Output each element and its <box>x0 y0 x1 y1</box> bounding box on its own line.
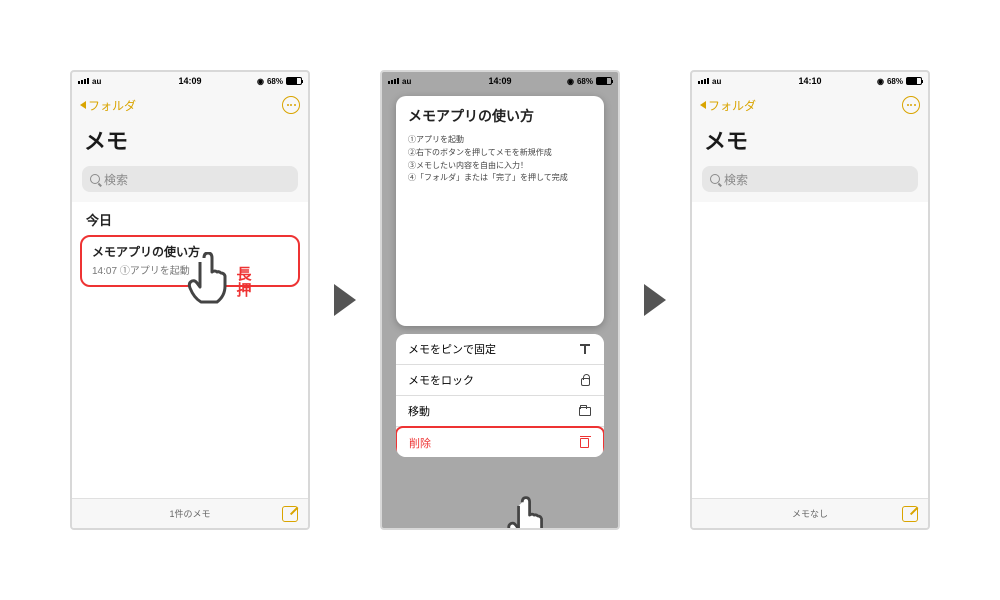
preview-line: ③メモしたい内容を自由に入力！ <box>408 160 592 173</box>
battery-icon <box>596 77 612 85</box>
chevron-left-icon <box>700 101 706 109</box>
clock: 14:09 <box>382 76 618 86</box>
note-count: 1件のメモ <box>169 507 210 520</box>
search-icon <box>90 174 100 184</box>
phone-screen-2: au 14:09 ◉ 68% メモアプリの使い方 ①アプリを起動 ②右下のボタン… <box>380 70 620 530</box>
more-button[interactable] <box>282 96 300 114</box>
more-button[interactable] <box>902 96 920 114</box>
menu-lock[interactable]: メモをロック <box>396 365 604 396</box>
menu-label: メモをロック <box>408 372 474 388</box>
battery-icon <box>906 77 922 85</box>
status-bar: au 14:09 ◉ 68% <box>72 72 308 90</box>
status-bar: au 14:10 ◉ 68% <box>692 72 928 90</box>
hand-longpress-icon <box>182 252 232 307</box>
menu-move[interactable]: 移動 <box>396 396 604 427</box>
clock: 14:09 <box>72 76 308 86</box>
search-input[interactable]: 検索 <box>82 166 298 192</box>
battery-icon <box>286 77 302 85</box>
lock-icon <box>578 374 592 386</box>
toolbar: メモなし <box>692 498 928 528</box>
note-count: メモなし <box>792 507 828 520</box>
page-title: メモ <box>72 120 308 162</box>
menu-label: 移動 <box>408 403 430 419</box>
phone-screen-3: au 14:10 ◉ 68% フォルダ メモ 検索 メモなし <box>690 70 930 530</box>
nav-bar: フォルダ <box>692 90 928 120</box>
arrow-right-icon <box>644 284 666 316</box>
arrow-right-icon <box>334 284 356 316</box>
phone-screen-1: au 14:09 ◉ 68% フォルダ メモ 検索 今日 メモアプリの使い方 1… <box>70 70 310 530</box>
notes-list: 今日 メモアプリの使い方 14:07 ①アプリを起動 <box>72 202 308 498</box>
page-title: メモ <box>692 120 928 162</box>
search-placeholder: 検索 <box>104 171 128 188</box>
back-button[interactable]: フォルダ <box>80 97 136 114</box>
folder-icon <box>578 407 592 416</box>
longpress-annotation: 長押 <box>235 267 253 299</box>
status-bar: au 14:09 ◉ 68% <box>382 72 618 90</box>
section-header: 今日 <box>72 202 308 233</box>
back-label: フォルダ <box>88 97 136 114</box>
preview-title: メモアプリの使い方 <box>408 106 592 126</box>
clock: 14:10 <box>692 76 928 86</box>
back-button[interactable]: フォルダ <box>700 97 756 114</box>
note-preview-card[interactable]: メモアプリの使い方 ①アプリを起動 ②右下のボタンを押してメモを新規作成 ③メモ… <box>396 96 604 326</box>
notes-list-empty <box>692 202 928 498</box>
preview-line: ②右下のボタンを押してメモを新規作成 <box>408 147 592 160</box>
chevron-left-icon <box>80 101 86 109</box>
search-placeholder: 検索 <box>724 171 748 188</box>
trash-icon <box>577 438 591 448</box>
preview-line: ①アプリを起動 <box>408 134 592 147</box>
menu-label: メモをピンで固定 <box>408 341 496 357</box>
compose-button[interactable] <box>282 506 298 522</box>
menu-pin[interactable]: メモをピンで固定 <box>396 334 604 365</box>
preview-line: ④「フォルダ」または「完了」を押して完成 <box>408 172 592 185</box>
menu-delete[interactable]: 削除 <box>396 426 604 457</box>
nav-bar: フォルダ <box>72 90 308 120</box>
search-icon <box>710 174 720 184</box>
pin-icon <box>578 344 592 354</box>
menu-label: 削除 <box>409 435 431 451</box>
search-input[interactable]: 検索 <box>702 166 918 192</box>
toolbar: 1件のメモ <box>72 498 308 528</box>
back-label: フォルダ <box>708 97 756 114</box>
context-menu: メモをピンで固定 メモをロック 移動 削除 <box>396 334 604 457</box>
hand-tap-icon <box>502 496 548 530</box>
compose-button[interactable] <box>902 506 918 522</box>
